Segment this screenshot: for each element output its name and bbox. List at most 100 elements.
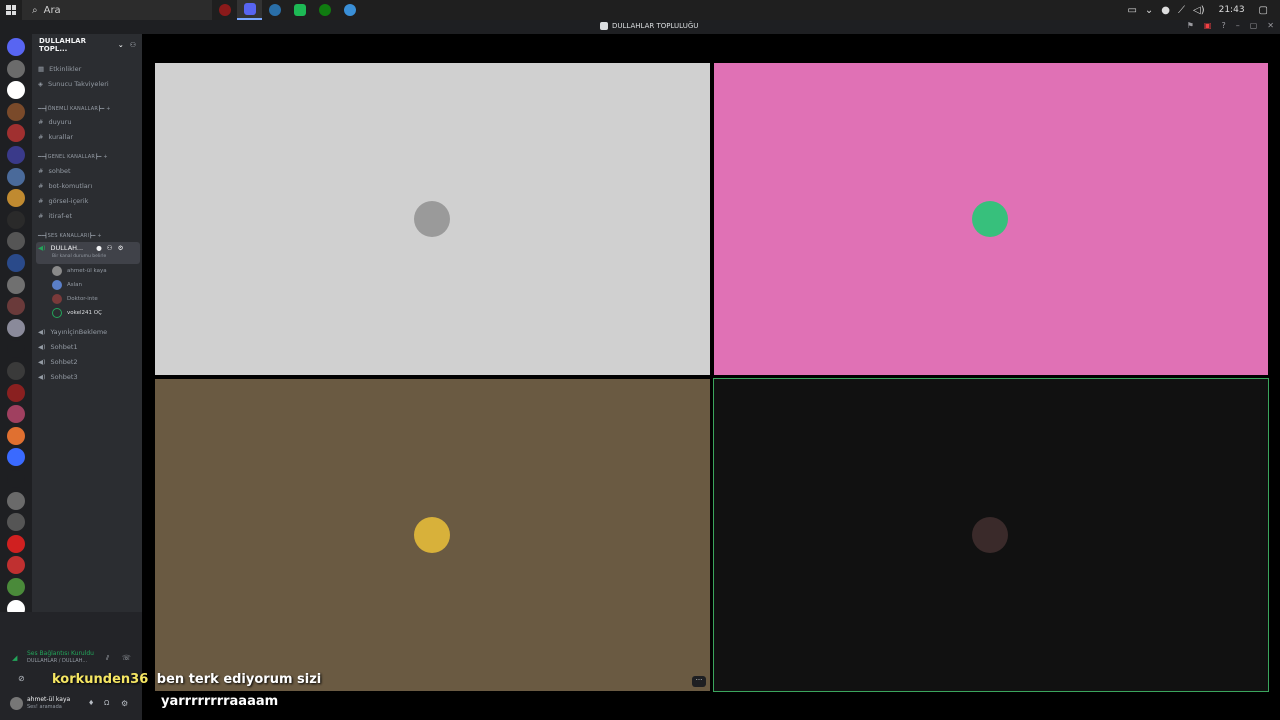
participant-tile[interactable] (155, 63, 710, 375)
taskbar-app-discord[interactable] (237, 0, 262, 20)
voice-connection-status[interactable]: Ses Bağlantısı Kuruldu (27, 650, 94, 657)
server-icon[interactable] (7, 513, 25, 532)
category-important[interactable]: ━━┫ÖNEMLİ KANALLAR┣━ + (38, 106, 111, 112)
server-icon[interactable] (7, 38, 25, 56)
taskbar-app-network[interactable] (337, 0, 362, 20)
boosts-link[interactable]: ◈ Sunucu Takviyeleri (38, 80, 109, 88)
headphones-icon[interactable]: Ω (104, 699, 109, 707)
hash-icon: # (38, 182, 44, 190)
server-icon[interactable] (7, 405, 25, 424)
voice-channel[interactable]: ◀) Sohbet2 (38, 358, 78, 366)
taskbar-app-store[interactable] (287, 0, 312, 20)
server-icon[interactable] (7, 189, 25, 208)
volume-icon[interactable]: ◁) (1193, 5, 1205, 16)
server-icon[interactable] (7, 470, 25, 488)
server-header[interactable]: DULLAHLAR TOPL... ⌄ ⚇ (32, 34, 142, 56)
chat-icon[interactable]: ● (96, 244, 102, 252)
channel-name: görsel-içerik (48, 197, 89, 205)
voice-channel-status[interactable]: Bir kanal durumu belirle (52, 254, 106, 259)
channel-item[interactable]: # kurallar (38, 133, 73, 141)
taskbar-app-steam[interactable] (262, 0, 287, 20)
voice-user[interactable]: Aslan (52, 280, 82, 290)
disconnect-icon[interactable]: ☏ (122, 654, 131, 662)
channel-item[interactable]: # sohbet (38, 167, 71, 175)
gear-icon[interactable]: ⚙ (121, 699, 128, 708)
voice-location[interactable]: DULLAHLAR / DULLAH... (27, 658, 87, 664)
help-icon[interactable]: ? (1221, 21, 1225, 30)
category-general[interactable]: ━━┫GENEL KANALLAR┣━ + (38, 154, 108, 160)
server-icon[interactable] (7, 491, 25, 510)
server-icon[interactable] (7, 167, 25, 186)
server-icon[interactable] (7, 534, 25, 553)
gear-icon[interactable]: ⚙ (118, 244, 124, 252)
taskbar-app-xbox[interactable] (312, 0, 337, 20)
events-link[interactable]: ▦ Etkinlikler (38, 65, 81, 73)
user-panel: Ses Bağlantısı Kuruldu DULLAHLAR / DULLA… (0, 612, 142, 720)
speaker-icon: ◀) (38, 373, 46, 381)
hash-icon: # (38, 212, 44, 220)
avatar[interactable] (10, 697, 23, 710)
taskbar: ⌕ Ara ▭ ⌄ ● ⟋ ◁) 21:43 ▢ (0, 0, 1280, 20)
inbox-icon[interactable]: ⚑ (1187, 21, 1194, 30)
username[interactable]: ahmet-ül kaya (27, 696, 70, 703)
battery-icon[interactable]: ▭ (1127, 5, 1136, 16)
server-icon[interactable] (7, 318, 25, 337)
category-label: SES KANALLARI (47, 233, 90, 239)
server-icon[interactable] (7, 383, 25, 402)
add-member-icon[interactable]: ⚇ (107, 244, 113, 252)
wifi-off-icon[interactable]: ⟋ (1178, 5, 1185, 16)
category-voice[interactable]: ━━┫SES KANALLARI┣━ + (38, 233, 102, 239)
server-icon[interactable] (7, 146, 25, 164)
taskbar-search[interactable]: ⌕ Ara (22, 0, 212, 20)
channel-item[interactable]: # bot-komutları (38, 182, 92, 190)
taskbar-app-game[interactable] (212, 0, 237, 20)
voice-channel[interactable]: ◀) Sohbet1 (38, 343, 78, 351)
server-icon[interactable] (7, 275, 25, 294)
participant-tile[interactable]: ··· (155, 379, 710, 691)
camera-off-icon[interactable]: ⊘ (18, 674, 25, 683)
participant-tile[interactable] (713, 378, 1269, 692)
add-member-icon[interactable]: ⚇ (130, 41, 136, 49)
notification-icon[interactable]: ▢ (1259, 5, 1268, 16)
server-icon[interactable] (7, 362, 25, 380)
server-icon[interactable] (7, 448, 25, 467)
close-button[interactable]: ✕ (1267, 21, 1274, 30)
avatar (52, 266, 62, 276)
channel-item[interactable]: # duyuru (38, 118, 71, 126)
speaker-icon: ◀) (38, 358, 46, 366)
server-icon[interactable] (7, 556, 25, 575)
channel-item[interactable]: # görsel-içerik (38, 197, 88, 205)
server-icon[interactable] (7, 426, 25, 445)
voice-channel-active[interactable]: ◀) DULLAH... ● ⚇ ⚙ (38, 244, 123, 252)
microphone-icon[interactable]: ♦ (88, 699, 94, 707)
server-icon[interactable] (7, 59, 25, 78)
participant-tile[interactable] (714, 63, 1268, 375)
noise-icon[interactable]: ⫽ (106, 654, 109, 663)
clock[interactable]: 21:43 (1219, 5, 1245, 15)
server-icon[interactable] (7, 578, 25, 596)
voice-user[interactable]: Doktor-inte (52, 294, 98, 304)
server-icon[interactable] (7, 340, 25, 359)
server-icon[interactable] (7, 102, 25, 121)
voice-channel[interactable]: ◀) Sohbet3 (38, 373, 78, 381)
server-icon[interactable] (7, 254, 25, 272)
voice-user-name: vokel241 OÇ (67, 310, 102, 316)
voice-user[interactable]: ahmet-ül kaya (52, 266, 107, 276)
category-label: ÖNEMLİ KANALLAR (47, 106, 98, 112)
channel-item[interactable]: # itiraf-et (38, 212, 72, 220)
voice-user[interactable]: vokel241 OÇ (52, 308, 102, 318)
minimize-button[interactable]: – (1236, 21, 1240, 30)
more-options-button[interactable]: ··· (692, 676, 706, 687)
maximize-button[interactable]: ▢ (1250, 21, 1258, 30)
server-icon[interactable] (7, 232, 25, 251)
chevron-up-icon[interactable]: ⌄ (1145, 5, 1153, 16)
microphone-icon[interactable]: ● (1161, 5, 1170, 16)
screen-icon[interactable]: ▣ (1204, 21, 1212, 30)
server-icon[interactable] (7, 81, 25, 100)
server-icon[interactable] (7, 124, 25, 143)
voice-channel[interactable]: ◀) YayınİçinBekleme (38, 328, 107, 336)
server-icon[interactable] (7, 297, 25, 316)
server-icon[interactable] (7, 210, 25, 229)
chevron-down-icon: ⌄ (117, 41, 124, 49)
start-button[interactable] (0, 0, 22, 20)
